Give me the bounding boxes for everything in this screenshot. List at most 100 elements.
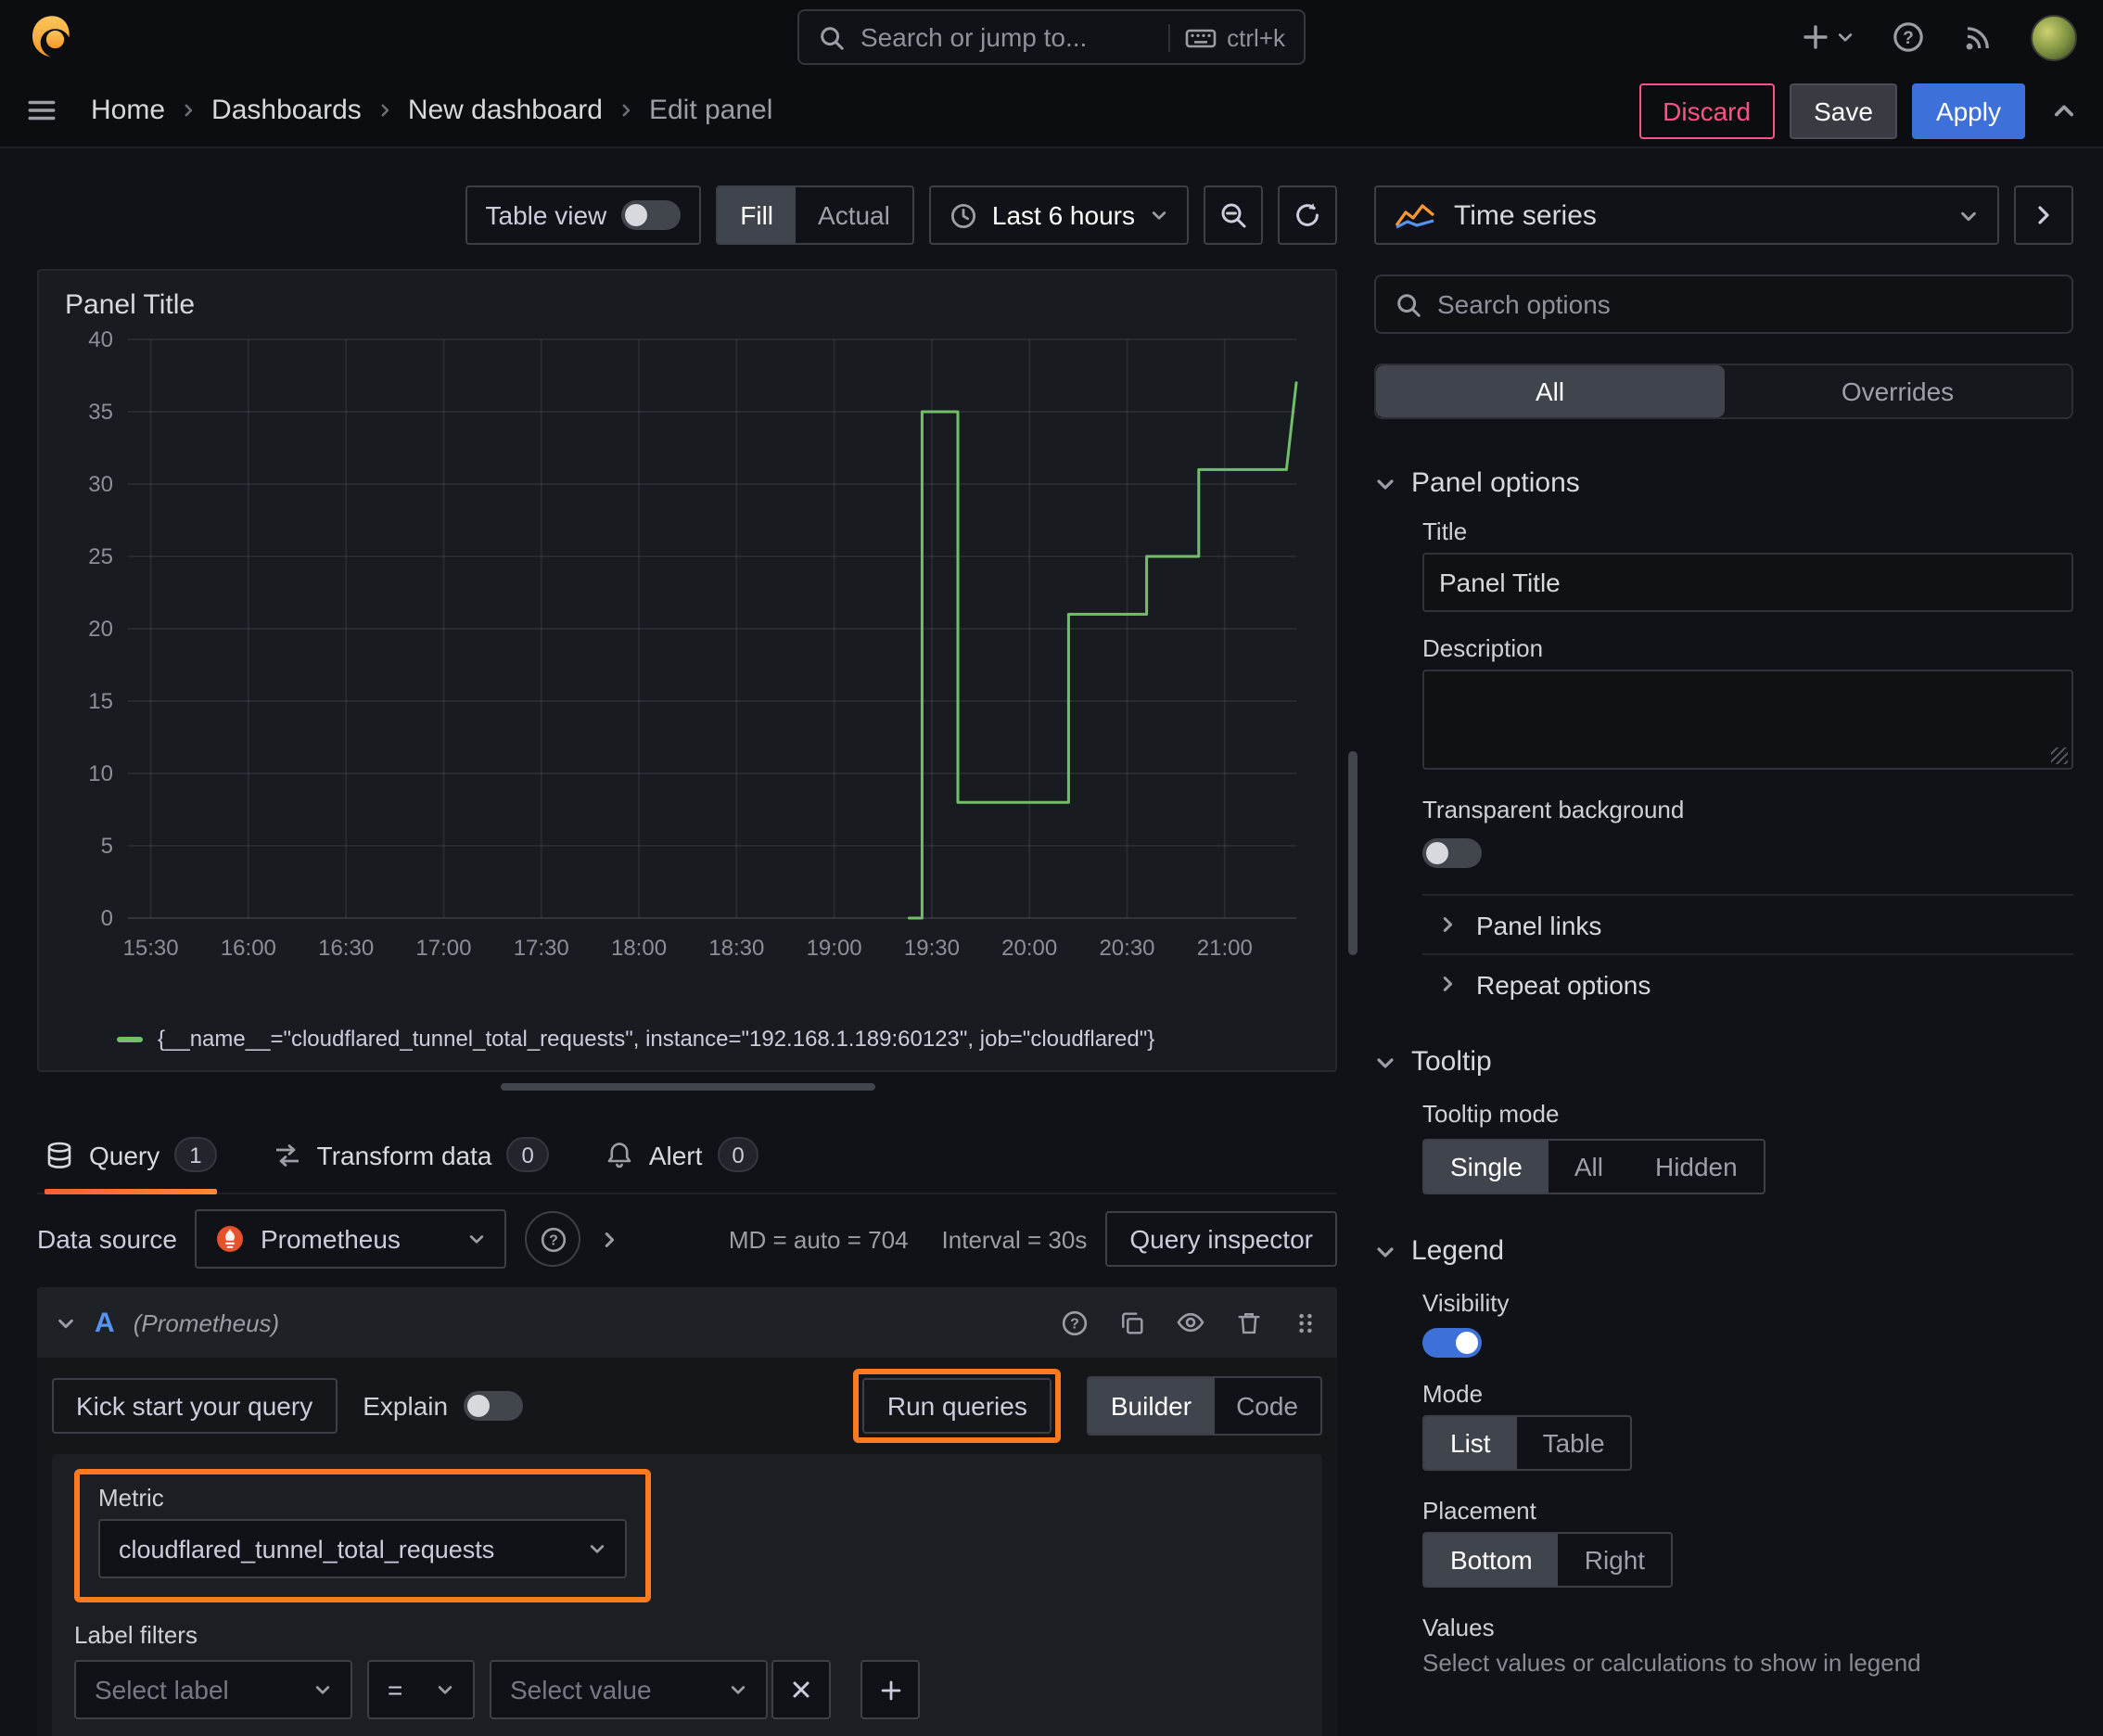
explain-switch[interactable] [463,1391,523,1421]
chevron-right-icon [376,102,393,119]
tab-transform-data[interactable]: Transform data 0 [273,1117,549,1193]
chart-legend[interactable]: {__name__="cloudflared_tunnel_total_requ… [61,1022,1313,1055]
legend-swatch [117,1036,143,1041]
legend-mode-list[interactable]: List [1424,1417,1517,1469]
save-button[interactable]: Save [1790,83,1897,138]
search-icon [818,23,846,51]
svg-text:17:00: 17:00 [415,936,471,961]
tab-all[interactable]: All [1376,365,1724,417]
options-search-input[interactable] [1437,289,2053,319]
horizontal-scrollbar[interactable] [500,1083,874,1091]
svg-text:15: 15 [88,689,113,714]
kick-start-button[interactable]: Kick start your query [52,1378,338,1434]
breadcrumb-item-edit-panel: Edit panel [648,95,773,126]
remove-filter-button[interactable] [771,1660,831,1719]
value-filter-select[interactable]: Select value [490,1660,768,1719]
refresh-button[interactable] [1278,185,1337,245]
legend-placement-right[interactable]: Right [1559,1534,1671,1586]
datasource-picker[interactable]: Prometheus [195,1209,507,1269]
chevron-down-icon [1150,206,1168,224]
collapse-editor-button[interactable] [2051,97,2077,123]
tooltip-mode-single[interactable]: Single [1424,1141,1549,1193]
option-code[interactable]: Code [1214,1378,1320,1434]
menu-toggle-button[interactable] [26,95,57,126]
label-filter-select[interactable]: Select label [74,1660,352,1719]
legend-mode-table[interactable]: Table [1517,1417,1631,1469]
table-view-toggle[interactable]: Table view [465,185,702,245]
breadcrumb-item-home[interactable]: Home [91,95,165,126]
query-ref-id: A [95,1307,115,1338]
global-search-placeholder: Search or jump to... [860,22,1088,52]
grafana-logo[interactable] [26,11,78,63]
help-button[interactable]: ? [1892,20,1925,54]
tooltip-mode-all[interactable]: All [1549,1141,1629,1193]
new-menu-button[interactable] [1801,22,1854,52]
alert-count-badge: 0 [717,1137,759,1172]
query-help-button[interactable]: ? [1061,1308,1089,1336]
tooltip-mode-hidden[interactable]: Hidden [1629,1141,1764,1193]
vertical-scrollbar[interactable] [1348,751,1357,955]
database-icon [45,1140,74,1169]
section-panel-options[interactable]: Panel options [1374,467,2073,499]
section-legend[interactable]: Legend [1374,1235,2073,1267]
global-search[interactable]: Search or jump to... ctrl+k [797,9,1306,65]
run-queries-button[interactable]: Run queries [862,1378,1052,1434]
prometheus-icon [216,1224,246,1254]
timeseries-chart[interactable]: 15:30 16:00 16:30 17:00 17:30 18:00 18:30 19:00… [61,328,1313,981]
query-inspector-button[interactable]: Query inspector [1105,1211,1337,1267]
plus-icon [1801,22,1830,52]
options-search[interactable] [1374,274,2073,334]
apply-button[interactable]: Apply [1911,83,2025,138]
user-avatar[interactable] [2031,14,2077,60]
operator-select[interactable]: = [367,1660,475,1719]
add-filter-button[interactable] [860,1660,920,1719]
query-row-header[interactable]: A (Prometheus) ? [37,1287,1337,1358]
duplicate-query-button[interactable] [1118,1308,1146,1336]
tab-label: Query [89,1140,160,1169]
svg-text:19:00: 19:00 [807,936,862,961]
viz-picker[interactable]: Time series [1374,185,1999,245]
repeat-options-row[interactable]: Repeat options [1422,953,2073,1013]
delete-query-button[interactable] [1235,1308,1263,1336]
viz-suggestions-button[interactable] [2014,185,2073,245]
zoom-out-button[interactable] [1204,185,1263,245]
panel-links-row[interactable]: Panel links [1422,894,2073,953]
datasource-help-button[interactable]: ? [525,1211,581,1267]
drag-handle[interactable] [1293,1308,1319,1336]
breadcrumb-item-new-dashboard[interactable]: New dashboard [408,95,603,126]
svg-text:18:00: 18:00 [611,936,667,961]
news-broadcast-button[interactable] [1962,21,1994,53]
transparent-background-switch[interactable] [1422,838,1482,868]
section-title: Tooltip [1411,1046,1492,1078]
title-input[interactable] [1422,553,2073,612]
legend-placement-bottom[interactable]: Bottom [1424,1534,1559,1586]
hide-query-button[interactable] [1176,1308,1205,1337]
explain-label: Explain [363,1391,449,1421]
option-builder[interactable]: Builder [1088,1378,1215,1434]
discard-button[interactable]: Discard [1638,83,1776,138]
legend-visibility-switch[interactable] [1422,1328,1482,1358]
builder-code-group: Builder Code [1086,1376,1322,1436]
legend-values-hint: Select values or calculations to show in… [1422,1649,1921,1677]
tab-label: Alert [648,1140,703,1169]
bell-icon [605,1140,634,1169]
tab-overrides[interactable]: Overrides [1724,365,2071,417]
option-actual[interactable]: Actual [796,187,912,243]
value-filter-placeholder: Select value [510,1675,652,1704]
resize-handle-icon[interactable] [2051,747,2068,764]
description-textarea[interactable] [1422,670,2073,770]
query-count-badge: 1 [174,1137,217,1172]
section-tooltip[interactable]: Tooltip [1374,1046,2073,1078]
tab-query[interactable]: Query 1 [45,1117,217,1194]
breadcrumb-item-dashboards[interactable]: Dashboards [211,95,362,126]
tab-alert[interactable]: Alert 0 [605,1117,759,1193]
table-view-switch[interactable] [621,200,682,230]
metric-select[interactable]: cloudflared_tunnel_total_requests [98,1519,627,1578]
datasource-row: Data source Prometheus ? MD = auto = 704… [37,1209,1337,1269]
option-fill[interactable]: Fill [718,187,797,243]
run-queries-annotation: Run queries [853,1369,1061,1443]
time-range-picker[interactable]: Last 6 hours [928,185,1189,245]
legend-label[interactable]: {__name__="cloudflared_tunnel_total_requ… [158,1026,1154,1052]
query-options-toggle[interactable] [600,1229,620,1249]
chevron-down-icon[interactable] [56,1312,76,1333]
